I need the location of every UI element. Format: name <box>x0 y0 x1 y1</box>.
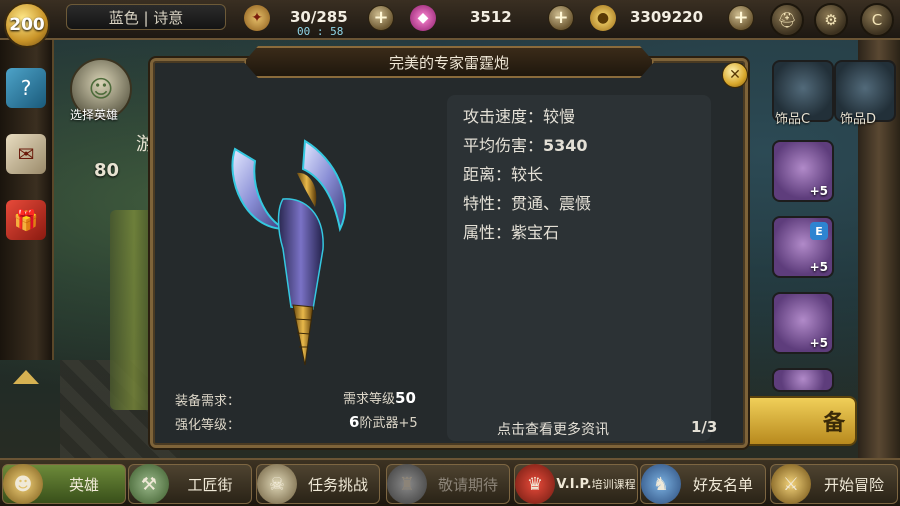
page-indicator: 1/3 <box>691 418 718 436</box>
enhance-level-num: 6 <box>349 413 360 431</box>
craftsman-icon: ⚒ <box>129 464 169 504</box>
sidebar-collapse-icon[interactable] <box>13 370 39 384</box>
stamina-timer: 00 : 58 <box>297 25 344 38</box>
attribute-row: 属性：紫宝石 <box>463 219 559 243</box>
trait-label: 特性： <box>463 194 512 213</box>
shield-c-icon[interactable]: C <box>860 3 894 37</box>
avg-damage-value: 5340 <box>543 136 588 155</box>
slot-badge: E <box>810 222 828 240</box>
attribute-value: 紫宝石 <box>511 223 560 242</box>
wizard-friend-icon: ♞ <box>641 464 681 504</box>
quest-icon: ☠ <box>257 464 297 504</box>
adventure-icon: ⚔ <box>771 464 811 504</box>
distance-label: 距离： <box>463 165 512 184</box>
scroll-icon[interactable]: ✉ <box>6 134 46 174</box>
equip-requirement-prefix: 需求等级 <box>343 392 396 407</box>
nav-craftsman-button[interactable]: ⚒ 工匠街 <box>128 464 252 504</box>
nav-quest-label: 任务挑战 <box>307 475 368 494</box>
helmet-icon[interactable]: ⛑ <box>770 3 804 37</box>
nav-vip-small: 培训课程 <box>591 478 636 491</box>
top-bar: 蓝色 | 诗意 ✦ 30/285 + ◆ 3512 + ● 3309220 + … <box>0 0 900 40</box>
trait-row: 特性：贯通、震慑 <box>463 190 591 214</box>
bottom-nav: ☻ 英雄 ⚒ 工匠街 ☠ 任务挑战 ♜ 敬请期待 ♛ V.I.P.培训课程 ♞ … <box>0 458 900 506</box>
nav-friends-button[interactable]: ♞ 好友名单 <box>640 464 766 504</box>
enhance-level-value: 6阶武器+5 <box>349 412 418 431</box>
inventory-slot[interactable]: +5 <box>772 292 834 354</box>
equip-requirement-label: 装备需求： <box>175 394 241 409</box>
nav-vip-label: V.I.P.培训课程 <box>555 476 637 492</box>
nav-vip-button[interactable]: ♛ V.I.P.培训课程 <box>514 464 638 504</box>
add-gems-button[interactable]: + <box>548 5 574 31</box>
slot-enhance-level: +5 <box>809 336 828 350</box>
inventory-slot[interactable]: E +5 <box>772 216 834 278</box>
enhance-level-label: 强化等级： <box>175 418 241 433</box>
nav-vip-bold: V.I.P. <box>556 477 592 492</box>
more-info-link[interactable]: 点击查看更多资讯 <box>497 419 609 439</box>
avg-damage-row: 平均伤害：5340 <box>463 132 588 156</box>
pink-gem-icon: ◆ <box>410 5 436 31</box>
nav-quest-button[interactable]: ☠ 任务挑战 <box>256 464 380 504</box>
gear-icon[interactable]: ⚙ <box>814 3 848 37</box>
gift-icon[interactable]: 🎁 <box>6 200 46 240</box>
guide-book-icon[interactable]: ? <box>6 68 46 108</box>
nav-coming-soon-label: 敬请期待 <box>437 475 498 494</box>
leaf-badge-icon: ✦ <box>244 5 270 31</box>
slot-enhance-level: +5 <box>809 260 828 274</box>
attack-speed-value: 较慢 <box>543 107 576 126</box>
accessory-d-label: 饰品D <box>840 112 877 127</box>
gold-coin-icon: ● <box>590 5 616 31</box>
modal-title: 完美的专家雷霆炮 <box>244 46 654 78</box>
thunder-cannon-weapon-icon <box>231 139 346 366</box>
nav-hero-label: 英雄 <box>68 475 99 494</box>
vip-crest-icon: ♛ <box>515 464 555 504</box>
select-hero-label: 选择英雄 <box>70 108 119 122</box>
add-stamina-button[interactable]: + <box>368 5 394 31</box>
player-level-badge[interactable]: 200 <box>4 2 50 48</box>
item-detail-modal: 攻击速度：较慢 平均伤害：5340 距离：较长 特性：贯通、震慑 属性：紫宝石 … <box>150 58 748 448</box>
gem-value: 3512 <box>470 8 512 26</box>
distance-value: 较长 <box>511 165 544 184</box>
add-gold-button[interactable]: + <box>728 5 754 31</box>
attribute-label: 属性： <box>463 223 512 242</box>
inventory-slot[interactable] <box>772 368 834 392</box>
nav-coming-soon-button: ♜ 敬请期待 <box>386 464 510 504</box>
nav-friends-label: 好友名单 <box>692 475 753 494</box>
attack-speed-row: 攻击速度：较慢 <box>463 103 575 127</box>
accessory-c-label: 饰品C <box>775 112 811 127</box>
distance-row: 距离：较长 <box>463 161 543 185</box>
player-name: 蓝色 | 诗意 <box>66 4 226 30</box>
weapon-image <box>165 79 445 369</box>
enhance-level-suffix: 阶武器+5 <box>359 416 418 431</box>
nav-adventure-label: 开始冒险 <box>823 475 884 494</box>
slot-enhance-level: +5 <box>809 184 828 198</box>
hero-level: 80 <box>94 160 120 181</box>
left-sidebar: ? ✉ 🎁 <box>0 40 54 384</box>
equip-requirement-level: 50 <box>395 389 416 407</box>
stamina-value: 30/285 <box>290 8 348 26</box>
equip-banner-button[interactable]: 备 <box>735 396 857 446</box>
equip-requirement-value: 需求等级50 <box>343 388 416 407</box>
nav-adventure-button[interactable]: ⚔ 开始冒险 <box>770 464 898 504</box>
hero-face-icon: ☻ <box>3 464 43 504</box>
close-button[interactable]: ✕ <box>722 62 748 88</box>
attack-speed-label: 攻击速度： <box>463 107 544 126</box>
inventory-slot[interactable]: +5 <box>772 140 834 202</box>
gold-value: 3309220 <box>630 8 704 26</box>
avg-damage-label: 平均伤害： <box>463 136 544 155</box>
nav-craftsman-label: 工匠街 <box>187 475 233 494</box>
trait-value: 贯通、震慑 <box>511 194 592 213</box>
nav-hero-button[interactable]: ☻ 英雄 <box>2 464 126 504</box>
castle-icon: ♜ <box>387 464 427 504</box>
